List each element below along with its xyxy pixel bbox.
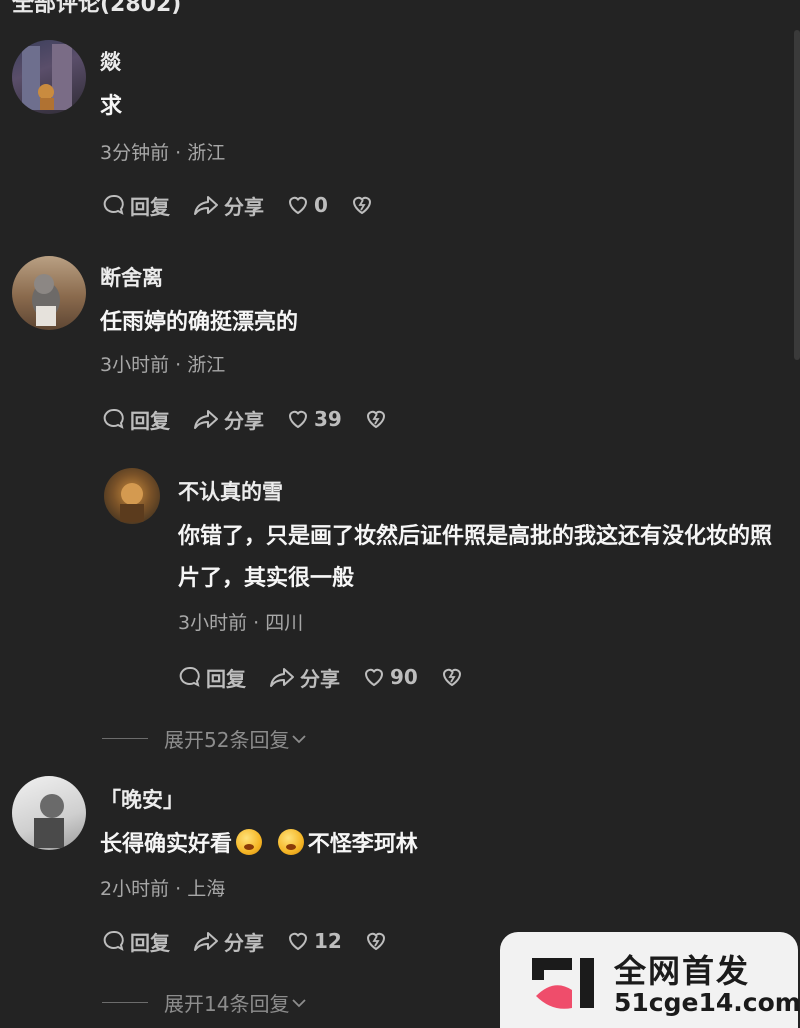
share-arrow-icon — [194, 410, 218, 429]
divider — [102, 738, 148, 739]
expand-replies[interactable]: 展开14条回复 — [102, 988, 309, 1017]
dislike-button[interactable] — [364, 407, 392, 431]
thinking-emoji-icon — [277, 829, 304, 855]
comment-actions: 回复 分享 0 — [102, 190, 400, 220]
chevron-down-icon — [292, 734, 307, 743]
reply-actions: 回复 分享 90 — [178, 662, 490, 692]
divider — [102, 1002, 148, 1003]
expand-label: 展开52条回复 — [164, 728, 290, 752]
reply-label: 回复 — [130, 194, 170, 219]
heart-icon — [288, 932, 308, 951]
share-arrow-icon — [194, 932, 218, 951]
comment-author[interactable]: 断舍离 — [100, 262, 163, 292]
like-count: 0 — [314, 193, 328, 217]
like-count: 90 — [390, 665, 418, 689]
comment-actions: 回复 分享 39 — [102, 404, 414, 434]
share-button[interactable]: 分享 — [268, 663, 340, 692]
reply-author[interactable]: 不认真的雪 — [178, 476, 283, 506]
reply-label: 回复 — [130, 930, 170, 955]
comment-text: 长得确实好看 不怪李珂林 — [100, 824, 418, 866]
reply-meta: 3小时前 · 四川 — [178, 612, 304, 634]
share-label: 分享 — [224, 930, 264, 955]
reply-button[interactable]: 回复 — [102, 405, 170, 434]
heart-icon — [288, 410, 308, 429]
comment-text-end: 不怪李珂林 — [307, 832, 418, 857]
comment-actions: 回复 分享 12 — [102, 926, 414, 956]
watermark-url: 51cge14.com — [614, 988, 800, 1017]
share-button[interactable]: 分享 — [192, 405, 264, 434]
dislike-button[interactable] — [350, 193, 378, 217]
like-button[interactable]: 39 — [286, 407, 342, 431]
avatar[interactable] — [12, 256, 86, 330]
reply-label: 回复 — [206, 666, 246, 691]
reply-button[interactable]: 回复 — [102, 191, 170, 220]
avatar[interactable] — [104, 468, 160, 524]
heart-icon — [364, 668, 384, 687]
heart-icon — [288, 196, 308, 215]
broken-heart-icon — [366, 410, 385, 429]
speech-bubble-icon — [103, 194, 124, 215]
comment-meta: 3分钟前 · 浙江 — [100, 142, 226, 164]
like-button[interactable]: 0 — [286, 193, 328, 217]
dislike-button[interactable] — [440, 665, 468, 689]
avatar[interactable] — [12, 40, 86, 114]
watermark: 全网首发 51cge14.com — [500, 932, 800, 1028]
reply-text: 你错了，只是画了妆然后证件照是高批的我这还有没化妆的照片了，其实很一般 — [178, 524, 773, 591]
share-arrow-icon — [270, 668, 294, 687]
reply-button[interactable]: 回复 — [178, 663, 246, 692]
like-count: 12 — [314, 929, 342, 953]
comment-meta: 2小时前 · 上海 — [100, 878, 226, 900]
share-label: 分享 — [224, 408, 264, 433]
share-arrow-icon — [194, 196, 218, 215]
comment-author[interactable]: 「晚安」 — [100, 784, 184, 814]
like-button[interactable]: 12 — [286, 929, 342, 953]
chevron-down-icon — [292, 998, 307, 1007]
avatar[interactable] — [12, 776, 86, 850]
dislike-button[interactable] — [364, 929, 392, 953]
share-label: 分享 — [224, 194, 264, 219]
comment-text: 任雨婷的确挺漂亮的 — [100, 310, 299, 335]
share-button[interactable]: 分享 — [192, 191, 264, 220]
comment-meta: 3小时前 · 浙江 — [100, 354, 226, 376]
speech-bubble-icon — [103, 930, 124, 951]
watermark-title: 全网首发 — [614, 952, 751, 990]
reply-label: 回复 — [130, 408, 170, 433]
speech-bubble-icon — [103, 408, 124, 429]
reply-button[interactable]: 回复 — [102, 927, 170, 956]
like-count: 39 — [314, 407, 342, 431]
comment-author[interactable]: 燚 — [100, 46, 121, 76]
expand-replies[interactable]: 展开52条回复 — [102, 724, 309, 753]
comment-text: 求 — [100, 94, 123, 119]
comment-text-start: 长得确实好看 — [100, 832, 233, 857]
expand-label: 展开14条回复 — [164, 992, 290, 1016]
speech-bubble-icon — [179, 666, 200, 687]
broken-heart-icon — [352, 196, 371, 215]
share-button[interactable]: 分享 — [192, 927, 264, 956]
broken-heart-icon — [366, 932, 385, 951]
like-button[interactable]: 90 — [362, 665, 418, 689]
share-label: 分享 — [300, 666, 340, 691]
comments-header: 全部评论(2802) — [12, 0, 182, 17]
site-logo-icon — [532, 958, 594, 1009]
thinking-emoji-icon — [236, 829, 263, 855]
broken-heart-icon — [442, 668, 461, 687]
scrollbar[interactable] — [794, 30, 800, 360]
